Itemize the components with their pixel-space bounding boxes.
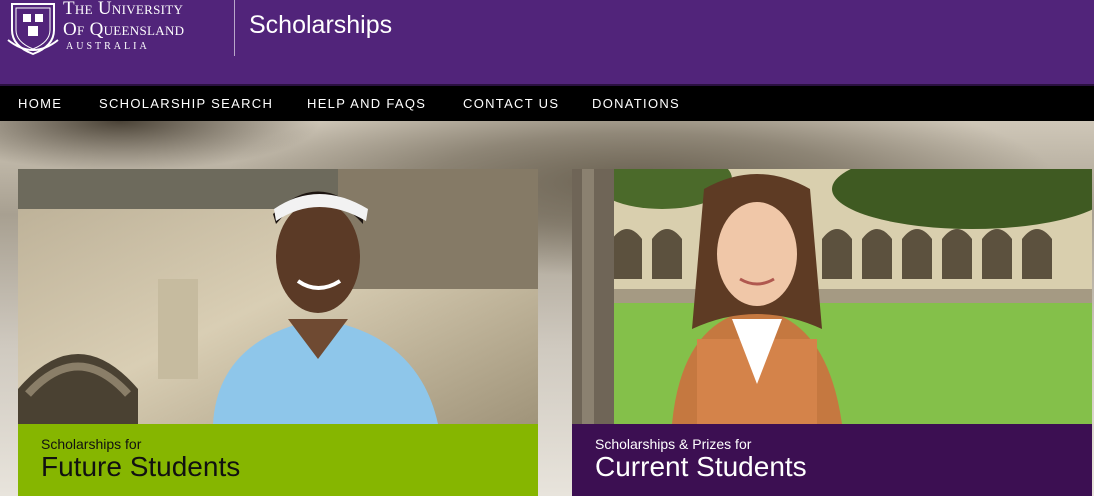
- nav-item-donations[interactable]: DONATIONS: [592, 96, 680, 111]
- uq-crest-icon: [7, 3, 59, 56]
- nav-item-scholarship-search[interactable]: SCHOLARSHIP SEARCH: [99, 96, 273, 111]
- current-student-photo: [572, 169, 1092, 424]
- current-students-label[interactable]: Scholarships & Prizes for Current Studen…: [572, 424, 1092, 496]
- current-students-title: Current Students: [595, 451, 807, 482]
- nav-item-home[interactable]: HOME: [18, 96, 62, 111]
- future-students-label[interactable]: Scholarships for Future Students: [18, 424, 538, 496]
- university-name: The University Of Queensland AUSTRALIA: [63, 0, 184, 54]
- nav-item-help-faqs[interactable]: HELP AND FAQS: [307, 96, 426, 111]
- uq-logo[interactable]: The University Of Queensland AUSTRALIA: [6, 0, 228, 60]
- site-header: The University Of Queensland AUSTRALIA S…: [0, 0, 1094, 84]
- nav-item-contact-us[interactable]: CONTACT US: [463, 96, 559, 111]
- site-title[interactable]: Scholarships: [249, 11, 392, 40]
- main-nav: HOME SCHOLARSHIP SEARCH HELP AND FAQS CO…: [0, 84, 1094, 121]
- future-students-title: Future Students: [41, 451, 241, 482]
- university-name-line2: Of Queensland: [63, 19, 185, 40]
- future-student-photo: [18, 169, 538, 424]
- university-country: AUSTRALIA: [66, 41, 150, 52]
- university-name-line1: The University: [63, 0, 184, 19]
- future-students-card[interactable]: Scholarships for Future Students: [18, 169, 538, 496]
- future-students-kicker: Scholarships for: [41, 436, 142, 452]
- current-students-card[interactable]: Scholarships & Prizes for Current Studen…: [572, 169, 1092, 496]
- header-divider: [234, 0, 235, 56]
- current-students-kicker: Scholarships & Prizes for: [595, 436, 752, 452]
